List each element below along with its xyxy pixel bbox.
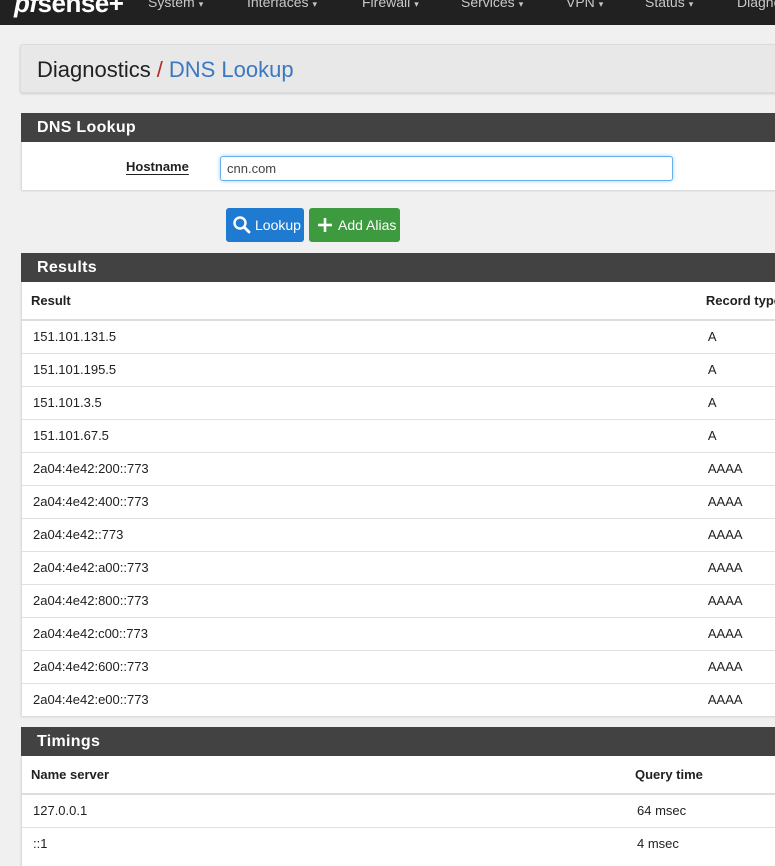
table-cell-primary: 2a04:4e42:a00::773 (22, 550, 697, 584)
table-cell-primary: 2a04:4e42:e00::773 (22, 682, 697, 716)
table-cell-secondary: AAAA (696, 682, 775, 716)
table-row: 2a04:4e42:e00::773 AAAA (22, 682, 775, 716)
chevron-down-icon: ▾ (598, 0, 604, 9)
table-row: ::1 4 msec (22, 826, 775, 860)
query-time-column-header[interactable]: Query time (626, 756, 775, 795)
table-cell-secondary: A (696, 385, 775, 419)
table-cell-secondary: 64 msec (637, 803, 687, 819)
add-alias-button-label: Add Alias (338, 217, 397, 233)
nav-item-diagnostics[interactable]: Diagnostics (737, 0, 775, 10)
plus-icon (318, 218, 332, 232)
nav-item-interfaces[interactable]: Interfaces ▾ (247, 0, 317, 10)
table-cell-primary: 2a04:4e42:200::773 (22, 451, 697, 485)
nav-item-label: Diagnostics (737, 0, 775, 10)
timings-table: Name server Query time 127.0.0.1 64 msec:… (22, 756, 775, 860)
timings-panel-body: Name server Query time 127.0.0.1 64 msec:… (21, 756, 775, 866)
table-cell-primary: 2a04:4e42:c00::773 (22, 616, 697, 650)
chevron-down-icon: ▾ (312, 0, 318, 9)
table-row: 151.101.195.5 A (22, 352, 775, 386)
table-cell-primary: 151.101.131.5 (33, 329, 117, 345)
nav-item-firewall[interactable]: Firewall ▾ (362, 0, 419, 10)
nav-item-vpn[interactable]: VPN ▾ (566, 0, 603, 10)
nav-item-label: VPN (566, 0, 595, 10)
breadcrumb-separator: / (156, 57, 163, 82)
breadcrumb-bar: Diagnostics / DNS Lookup (20, 44, 775, 93)
nav-item-services[interactable]: Services ▾ (461, 0, 523, 10)
table-row: 151.101.3.5 A (22, 385, 775, 419)
results-panel-header: Results (21, 253, 775, 282)
timings-header-row: Name server Query time (22, 756, 775, 795)
table-cell-secondary: AAAA (696, 649, 775, 683)
lookup-button[interactable]: Lookup (226, 208, 304, 242)
search-icon (233, 216, 251, 234)
table-row: 2a04:4e42:600::773 AAAA (22, 649, 775, 683)
table-row: 127.0.0.1 64 msec (22, 794, 775, 827)
table-cell-primary: 151.101.3.5 (22, 385, 697, 419)
nav-item-status[interactable]: Status ▾ (645, 0, 693, 10)
table-cell-secondary: A (696, 418, 775, 452)
table-cell-secondary: AAAA (696, 550, 775, 584)
table-row: 2a04:4e42:a00::773 AAAA (22, 550, 775, 584)
table-cell-secondary: AAAA (696, 583, 775, 617)
table-row: 2a04:4e42:200::773 AAAA (22, 451, 775, 485)
table-cell-primary: 2a04:4e42:800::773 (22, 583, 697, 617)
chevron-down-icon: ▾ (198, 0, 204, 9)
table-cell-primary: 2a04:4e42::773 (22, 517, 697, 551)
brand-prefix: pf (14, 0, 38, 18)
table-row: 2a04:4e42:800::773 AAAA (22, 583, 775, 617)
table-cell-primary: 127.0.0.1 (33, 803, 88, 819)
breadcrumb-parent[interactable]: Diagnostics (37, 57, 151, 82)
hostname-label: Hostname (126, 159, 189, 174)
hostname-input[interactable] (220, 156, 673, 181)
dns-lookup-panel-header: DNS Lookup (21, 113, 775, 142)
add-alias-button[interactable]: Add Alias (309, 208, 400, 242)
nav-item-label: Interfaces (247, 0, 309, 10)
result-column-header[interactable]: Result (22, 282, 697, 321)
table-cell-primary: ::1 (22, 826, 626, 860)
results-panel-body: Result Record type 151.101.131.5 A 151.101… (21, 282, 775, 716)
chevron-down-icon: ▾ (688, 0, 694, 9)
lookup-button-label: Lookup (255, 217, 301, 233)
name-server-column-header[interactable]: Name server (22, 756, 626, 795)
table-cell-secondary: A (707, 329, 717, 345)
table-cell-primary: 2a04:4e42:400::773 (22, 484, 697, 518)
table-cell-secondary: AAAA (696, 484, 775, 518)
table-cell-secondary: AAAA (696, 616, 775, 650)
table-cell-primary: 2a04:4e42:600::773 (22, 649, 697, 683)
table-cell-primary: 151.101.67.5 (22, 418, 697, 452)
chevron-down-icon: ▾ (518, 0, 524, 9)
nav-item-label: Status (645, 0, 685, 10)
results-table: Result Record type 151.101.131.5 A 151.101… (22, 282, 775, 716)
table-row: 151.101.67.5 A (22, 418, 775, 452)
table-cell-primary: 151.101.195.5 (22, 352, 697, 386)
nav-item-label: Services (461, 0, 515, 10)
table-row: 151.101.131.5 A (22, 320, 775, 353)
table-cell-secondary: 4 msec (626, 826, 775, 860)
table-row: 2a04:4e42::773 AAAA (22, 517, 775, 551)
nav-item-label: System (148, 0, 195, 10)
results-header-row: Result Record type (22, 282, 775, 321)
chevron-down-icon: ▾ (414, 0, 419, 9)
table-cell-secondary: A (696, 352, 775, 386)
table-cell-secondary: AAAA (696, 451, 775, 485)
record-type-column-header[interactable]: Record type (696, 282, 775, 321)
breadcrumb: Diagnostics / DNS Lookup (37, 57, 294, 83)
top-navbar: pfsense+ System ▾ Interfaces ▾ Firewall ▾ S… (0, 0, 775, 25)
dns-lookup-panel-body: Hostname (21, 142, 775, 190)
table-row: 2a04:4e42:c00::773 AAAA (22, 616, 775, 650)
table-cell-secondary: AAAA (696, 517, 775, 551)
nav-item-system[interactable]: System ▾ (148, 0, 203, 10)
table-row: 2a04:4e42:400::773 AAAA (22, 484, 775, 518)
timings-panel-header: Timings (21, 727, 775, 756)
nav-item-label: Firewall (362, 0, 411, 10)
brand-logo[interactable]: pfsense+ (14, 0, 124, 19)
brand-suffix: sense+ (37, 0, 124, 18)
breadcrumb-current[interactable]: DNS Lookup (169, 57, 294, 82)
